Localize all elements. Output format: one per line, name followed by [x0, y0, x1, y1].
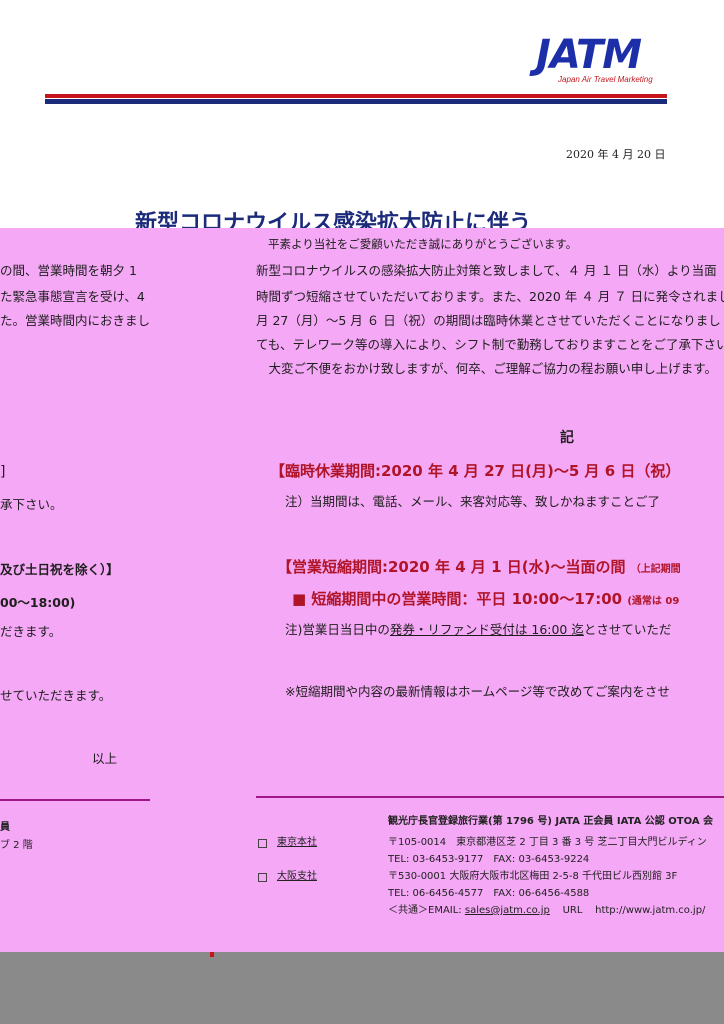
- short-hours-heading-note: （上記期間: [630, 564, 681, 575]
- hours-note-prefix: 注)営業日当日中の: [285, 622, 390, 637]
- osaka-address: 〒530-0001 大阪府大阪市北区梅田 2-5-8 千代田ビル西別館 3F: [388, 871, 678, 882]
- header-navy-bar: [45, 99, 667, 104]
- intro-line-2: 時間ずつ短縮させていただいております。また、2020 年 ４ 月 ７ 日に発令さ…: [256, 289, 724, 304]
- hours-note-underlined: 発券・リファンド受付は 16:00 迄: [389, 622, 584, 637]
- left-divider: [0, 799, 150, 801]
- tokyo-bullet: [258, 839, 267, 848]
- contact-line: ＜共通＞EMAIL: sales@jatm.co.jp URL http://w…: [388, 904, 705, 918]
- left-ijou: 以上: [92, 751, 118, 766]
- left-line-6: 及び土日祝を除く）】: [0, 562, 119, 577]
- osaka-office-name[interactable]: 大阪支社: [277, 870, 317, 884]
- intro-line-4: ても、テレワーク等の導入により、シフト制で勤務しておりますことをご了承下さい。: [256, 337, 724, 352]
- latest-info-note: ※短縮期間や内容の最新情報はホームページ等で改めてご案内をさせ: [285, 684, 670, 699]
- left-line-7: 00～18:00): [0, 595, 76, 610]
- left-line-5: 承下さい。: [0, 497, 63, 512]
- tokyo-office-name[interactable]: 東京本社: [277, 836, 317, 850]
- ki-heading: 記: [560, 430, 574, 446]
- left-line-3: た。営業時間内におきまし: [0, 313, 151, 328]
- logo-text: JATM: [536, 32, 642, 78]
- short-hours-heading: 【営業短縮期間:2020 年 4 月 1 日(水)～当面の間 （上記期間: [277, 556, 681, 577]
- short-hours-heading-text: 【営業短縮期間:2020 年 4 月 1 日(水)～当面の間: [277, 558, 626, 576]
- closure-note: 注）当期間は、電話、メール、来客対応等、致しかねますことご了: [285, 494, 661, 509]
- hours-note: 注)営業日当日中の発券・リファンド受付は 16:00 迄とさせていただ: [285, 622, 671, 638]
- left-footer-line-2: ブ 2 階: [0, 840, 33, 851]
- contact-prefix: ＜共通＞EMAIL:: [388, 905, 465, 916]
- tokyo-tel: TEL: 03-6453-9177 FAX: 03-6453-9224: [388, 854, 590, 865]
- hours-note-suffix: とさせていただ: [583, 622, 672, 637]
- email-link[interactable]: sales@jatm.co.jp: [465, 905, 550, 916]
- left-line-4: ]: [0, 464, 6, 480]
- left-line-9: せていただきます。: [0, 688, 112, 703]
- osaka-bullet: [258, 873, 267, 882]
- left-line-1: の間、営業時間を朝夕 1: [0, 263, 137, 278]
- header-red-bar: [45, 94, 667, 98]
- footer-divider: [256, 796, 724, 798]
- document-date: 2020 年 4 月 20 日: [566, 148, 666, 161]
- closure-period-heading: 【臨時休業期間:2020 年 4 月 27 日(月)～5 月 6 日（祝）: [270, 462, 681, 480]
- left-line-8: だきます。: [0, 624, 62, 639]
- intro-line-3: 月 27（月）～5 月 ６ 日（祝）の期間は臨時休業とさせていただくことになりま…: [256, 313, 721, 328]
- url-label: URL: [562, 905, 583, 916]
- left-footer-line-1: 員: [0, 822, 10, 833]
- left-line-2: た緊急事態宣言を受け、4: [0, 289, 145, 304]
- registration-line: 観光庁長官登録旅行業(第 1796 号) JATA 正会員 IATA 公認 OT…: [388, 816, 714, 827]
- intro-line-1: 新型コロナウイルスの感染拡大防止対策と致しまして、４ 月 １ 日（水）より当面: [256, 263, 717, 278]
- osaka-tel: TEL: 06-6456-4577 FAX: 06-6456-4588: [388, 888, 590, 899]
- usual-hours-note: (通常は 09: [627, 596, 680, 607]
- red-marker: [210, 952, 214, 957]
- greeting-line: 平素より当社をご愛顧いただき誠にありがとうございます。: [268, 237, 578, 251]
- intro-line-5: 大変ご不便をおかけ致しますが、何卒、ご理解ご協力の程お願い申し上げます。: [256, 361, 718, 376]
- jatm-logo: JATM Japan Air Travel Marketing: [530, 32, 670, 88]
- tokyo-address: 〒105-0014 東京都港区芝 2 丁目 3 番 3 号 芝二丁目大門ビルディ…: [388, 837, 707, 848]
- short-hours-time-text: ■ 短縮期間中の営業時間：平日 10:00～17:00: [292, 590, 623, 608]
- website-link[interactable]: http://www.jatm.co.jp/: [595, 905, 705, 916]
- logo-subtext: Japan Air Travel Marketing: [558, 75, 653, 84]
- short-hours-time: ■ 短縮期間中の営業時間：平日 10:00～17:00 (通常は 09: [292, 588, 679, 609]
- bottom-gray-band: [0, 952, 724, 1024]
